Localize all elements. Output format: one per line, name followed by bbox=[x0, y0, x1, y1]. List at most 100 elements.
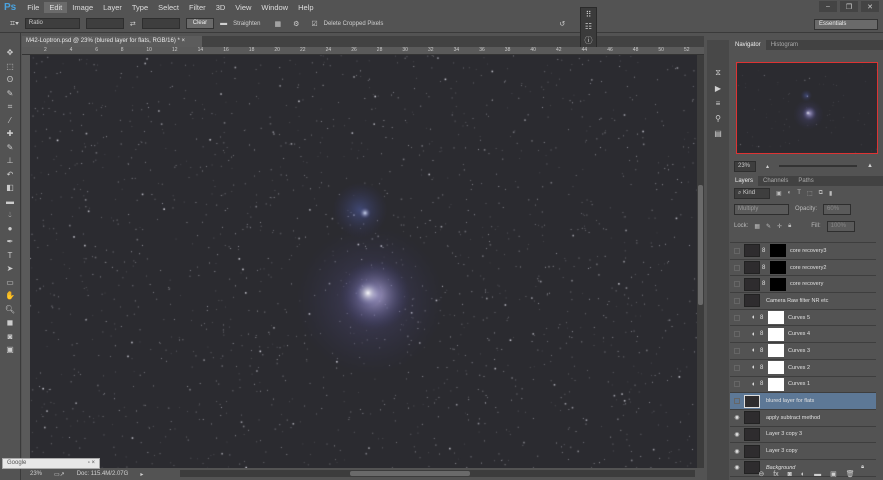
menu-window[interactable]: Window bbox=[256, 2, 293, 13]
visibility-toggle[interactable] bbox=[734, 347, 740, 354]
kind-filter-select[interactable]: ⌕ Kind bbox=[734, 187, 770, 199]
shape-tool-icon[interactable]: ▭ bbox=[6, 277, 14, 288]
layer-row[interactable]: ◐ 8 Curves 1 bbox=[730, 377, 876, 394]
lasso-tool-icon[interactable]: ʘ bbox=[7, 74, 13, 85]
layer-thumbnail[interactable] bbox=[744, 277, 760, 291]
navigator-preview[interactable] bbox=[736, 62, 878, 154]
blend-mode-select[interactable]: Multiply bbox=[734, 203, 789, 215]
tab-layers[interactable]: Layers bbox=[730, 176, 759, 186]
lock-transparent-icon[interactable]: ▦ bbox=[754, 223, 760, 230]
healing-tool-icon[interactable]: ✚ bbox=[7, 128, 14, 139]
clear-button[interactable]: Clear bbox=[185, 18, 215, 29]
marquee-tool-icon[interactable]: ⬚ bbox=[6, 61, 14, 72]
visibility-toggle[interactable] bbox=[734, 331, 740, 338]
visibility-toggle[interactable] bbox=[734, 297, 740, 304]
filter-smart-icon[interactable]: ⧉ bbox=[819, 190, 823, 197]
mask-icon[interactable]: ◙ bbox=[788, 471, 792, 478]
minimize-icon[interactable]: – bbox=[819, 1, 837, 12]
layer-row[interactable]: ◉ apply subtract method bbox=[730, 410, 876, 427]
layer-thumbnail[interactable] bbox=[744, 244, 760, 258]
visibility-toggle[interactable] bbox=[734, 381, 740, 388]
layer-thumbnail[interactable] bbox=[744, 261, 760, 275]
ratio-select[interactable]: Ratio bbox=[24, 18, 80, 29]
export-icon[interactable]: ▭↗ bbox=[54, 471, 65, 478]
link-icon[interactable]: ⊖ bbox=[758, 470, 764, 478]
dodge-tool-icon[interactable]: ● bbox=[8, 223, 13, 234]
quick-select-tool-icon[interactable]: ✎ bbox=[7, 88, 14, 99]
opacity-input[interactable]: 60% bbox=[823, 203, 852, 215]
lock-all-icon[interactable]: 🔒︎ bbox=[788, 223, 791, 230]
menu-view[interactable]: View bbox=[230, 2, 256, 13]
zoom-out-icon[interactable]: ▴ bbox=[766, 163, 769, 170]
eyedropper-tool-icon[interactable]: ⁄ bbox=[9, 115, 10, 126]
layer-thumbnail[interactable] bbox=[744, 411, 760, 425]
layer-mask-thumbnail[interactable] bbox=[768, 361, 784, 375]
layer-row[interactable]: 8 core recovery2 bbox=[730, 260, 876, 277]
pen-tool-icon[interactable]: ✒ bbox=[7, 236, 14, 247]
height-input[interactable] bbox=[141, 18, 180, 29]
filter-shape-icon[interactable]: ⬚ bbox=[807, 190, 813, 197]
layer-row[interactable]: blured layer for flats bbox=[730, 393, 876, 410]
panel-grip-icon[interactable]: ⠿ bbox=[586, 10, 592, 19]
layer-mask-thumbnail[interactable] bbox=[768, 344, 784, 358]
layer-mask-thumbnail[interactable] bbox=[768, 377, 784, 391]
properties-icon[interactable]: ☷ bbox=[585, 22, 592, 31]
gear-icon[interactable]: ⚙ bbox=[293, 20, 299, 28]
width-input[interactable] bbox=[85, 18, 124, 29]
tab-paths[interactable]: Paths bbox=[793, 176, 818, 186]
status-arrow-icon[interactable]: ▸ bbox=[140, 471, 143, 478]
menu-layer[interactable]: Layer bbox=[98, 2, 127, 13]
filter-adjust-icon[interactable]: ◐ bbox=[788, 190, 792, 196]
layer-thumbnail[interactable] bbox=[744, 294, 760, 308]
crop-tool-icon[interactable]: ⌗ bbox=[8, 101, 13, 112]
adjustment-layer-icon[interactable]: ◐ bbox=[801, 471, 805, 478]
history-icon[interactable]: ⧖ bbox=[715, 68, 721, 78]
lock-position-icon[interactable]: ✛ bbox=[777, 223, 782, 230]
scroll-thumb[interactable] bbox=[698, 185, 703, 305]
visibility-toggle[interactable] bbox=[734, 281, 740, 288]
eye-icon[interactable]: ◉ bbox=[730, 431, 744, 438]
fill-input[interactable]: 100% bbox=[826, 220, 855, 232]
eraser-tool-icon[interactable]: ◧ bbox=[6, 182, 14, 193]
visibility-toggle[interactable] bbox=[734, 314, 740, 321]
zoom-tool-icon[interactable]: 🔍︎ bbox=[5, 304, 15, 315]
brush-tool-icon[interactable]: ✎ bbox=[7, 142, 14, 153]
straighten-button[interactable]: Straighten bbox=[233, 21, 260, 27]
layer-thumbnail[interactable] bbox=[744, 444, 760, 458]
menu-edit[interactable]: Edit bbox=[44, 2, 68, 13]
tab-histogram[interactable]: Histogram bbox=[766, 40, 803, 50]
gradient-tool-icon[interactable]: ▬ bbox=[6, 196, 14, 207]
filter-type-icon[interactable]: T bbox=[797, 190, 801, 196]
type-tool-icon[interactable]: T bbox=[8, 250, 13, 261]
swap-icon[interactable]: ⇄ bbox=[130, 20, 136, 28]
layer-row[interactable]: ◉ Layer 3 copy 3 bbox=[730, 427, 876, 444]
layer-row[interactable]: ◐ 8 Curves 5 bbox=[730, 310, 876, 327]
layer-mask-thumbnail[interactable] bbox=[768, 311, 784, 325]
quick-mask-tool-icon[interactable]: ◙ bbox=[8, 331, 13, 342]
close-icon[interactable]: ✕ bbox=[861, 1, 879, 12]
close-icon[interactable]: ▫ × bbox=[88, 460, 95, 467]
eye-icon[interactable]: ◉ bbox=[730, 414, 744, 421]
layer-mask-thumbnail[interactable] bbox=[770, 244, 786, 258]
layer-row[interactable]: ◐ 8 Curves 2 bbox=[730, 360, 876, 377]
google-toolbar[interactable]: Google ▫ × bbox=[2, 458, 100, 469]
adjustments-icon[interactable]: ≡ bbox=[716, 99, 721, 108]
vertical-scrollbar[interactable] bbox=[697, 55, 704, 468]
menu-file[interactable]: File bbox=[22, 2, 44, 13]
visibility-toggle[interactable] bbox=[734, 247, 740, 254]
layer-row[interactable]: ◉ Layer 3 copy bbox=[730, 443, 876, 460]
new-layer-icon[interactable]: ▣ bbox=[830, 470, 837, 478]
lock-image-icon[interactable]: ✎ bbox=[766, 223, 771, 230]
eye-icon[interactable]: ◉ bbox=[730, 448, 744, 455]
delete-cropped-checkbox[interactable]: ☑ bbox=[311, 20, 317, 28]
scroll-thumb[interactable] bbox=[350, 471, 470, 476]
restore-icon[interactable]: ❐ bbox=[840, 1, 858, 12]
brush-presets-icon[interactable]: ⚲ bbox=[715, 114, 721, 123]
actions-icon[interactable]: ▶ bbox=[715, 84, 721, 93]
layer-mask-thumbnail[interactable] bbox=[770, 277, 786, 291]
navigator-zoom-input[interactable]: 23% bbox=[734, 160, 756, 172]
visibility-toggle[interactable] bbox=[734, 264, 740, 271]
workspace-select[interactable]: Essentials bbox=[814, 19, 878, 30]
zoom-level[interactable]: 23% bbox=[30, 471, 42, 477]
hand-tool-icon[interactable]: ✋ bbox=[5, 290, 15, 301]
